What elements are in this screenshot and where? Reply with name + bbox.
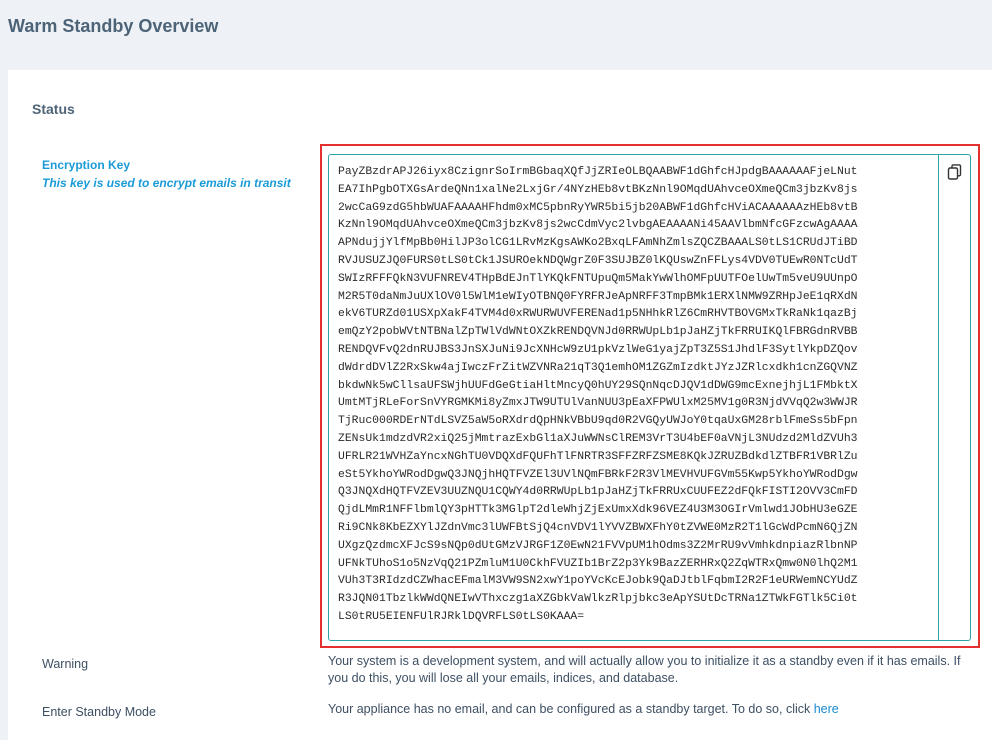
standby-text: Your appliance has no email, and can be … [328, 701, 978, 718]
section-title-status: Status [32, 101, 75, 117]
page-title: Warm Standby Overview [8, 16, 219, 36]
encryption-key-line: Q3JNQXdHQTFVZEV3UUZNQU1CQWY4d0RRWUpLb1pJ… [338, 486, 858, 499]
encryption-key-line: EA7IhPgbOTXGsArdeQNn1xalNe2LxjGr/4NYzHEb… [338, 183, 858, 196]
warning-label: Warning [42, 657, 89, 671]
encryption-key-line: TjRuc000RDErNTdLSVZ5aW5oRXdrdQpHNkVBbU9q… [338, 415, 858, 428]
status-panel: Status Encryption Key This key is used t… [8, 70, 992, 740]
encryption-key-line: emQzY2pobWVtNTBNalZpTWlVdWNtOXZkRENDQVNJ… [338, 326, 858, 339]
standby-here-link[interactable]: here [814, 702, 839, 716]
encryption-key-line: ZENsUk1mdzdVR2xiQ25jMmtrazExbGl1aXJuWWNs… [338, 432, 858, 445]
encryption-key-line: RENDQVFvQ2dnRUJBS3JnSXJuNi9JcXNHcW9zU1pk… [338, 343, 858, 356]
encryption-key-line: R3JQN01TbzlkWWdQNEIwVThxczg1aXZGbkVaWlkz… [338, 593, 858, 606]
encryption-key-line: RVJUSUZJQ0FURS0tLS0tCk1JSUROekNDQWgrZ0F3… [338, 254, 858, 267]
encryption-key-box: PayZBzdrAPJ26iyx8CzignrSoIrmBGbaqXQfJjZR… [328, 154, 971, 641]
encryption-key-line: 2wcCaG9zdG5hbWUAFAAAAHFhdm0xMC5pbnRyYWR5… [338, 201, 858, 214]
encryption-key-line: UmtMTjRLeForSnVYRGMKMi8yZmxJTW9UTUlVanNU… [338, 397, 858, 410]
copy-icon[interactable] [946, 163, 964, 181]
encryption-key-line: PayZBzdrAPJ26iyx8CzignrSoIrmBGbaqXQfJjZR… [338, 166, 858, 178]
warning-text: Your system is a development system, and… [328, 654, 961, 685]
encryption-key-line: UXgzQzdmcXFJcS9sNQp0dUtGMzVJRGF1Z0EwN21F… [338, 539, 858, 552]
standby-description: Your appliance has no email, and can be … [328, 702, 814, 716]
encryption-key-line: LS0tRU5EIENFUlRJRklDQVRFLS0tLS0KAAA= [338, 610, 585, 623]
encryption-key-line: UFNkTUhoS1o5NzVqQ21PZmluM1U0CkhFVUZIb1Br… [338, 557, 858, 570]
encryption-key-line: dWdrdDVlZ2RxSkw4ajIwczFrZitWZVNRa21qT3Q1… [338, 361, 858, 374]
encryption-key-line: KzNnl9OMqdUAhvceOXmeQCm3jbzKv8js2wcCdmVy… [338, 219, 858, 232]
encryption-key-line: eSt5YkhoYWRodDgwQ3JNQjhHQTFVZEl3UVlNQmFB… [338, 468, 858, 481]
encryption-key-line: APNdujjYlfMpBb0HilJP3olCG1LRvMzKgsAWKo2B… [338, 237, 858, 250]
encryption-key-line: SWIzRFFFQkN3VUFNREV4THpBdEJnTlYKQkFNTUpu… [338, 272, 858, 285]
encryption-key-label: Encryption Key [42, 158, 131, 172]
encryption-key-line: VUh3T3RIdzdCZWhacEFmalM3VW9SN2xwY1poYVcK… [338, 575, 858, 588]
copy-area [938, 155, 970, 640]
encryption-key-text[interactable]: PayZBzdrAPJ26iyx8CzignrSoIrmBGbaqXQfJjZR… [329, 155, 938, 640]
encryption-key-line: UFRLR21WVHZaYncxNGhTU0VDQXdFQUFhTlFNRTR3… [338, 450, 858, 463]
encryption-key-line: QjdLMmR1NFFlbmlQY3pHTTk3MGlpT2dleWhjZjEx… [338, 504, 858, 517]
encryption-key-line: ekV6TURZd01USXpXakF4TVM4d0xRWURWUVFERENa… [338, 308, 858, 321]
encryption-key-line: bkdwNk5wCllsaUFSWjhUUFdGeGtiaHltMncyQ0hU… [338, 379, 858, 392]
standby-label: Enter Standby Mode [42, 705, 156, 719]
encryption-key-line: M2R5T0daNmJuUXlOV0l5WlM1eWIyOTBNQ0FYRFRJ… [338, 290, 858, 303]
encryption-key-hint: This key is used to encrypt emails in tr… [42, 176, 291, 190]
encryption-key-line: Ri9CNk8KbEZXYlJZdnVmc3lUWFBtSjQ4cnVDV1lY… [338, 521, 858, 534]
